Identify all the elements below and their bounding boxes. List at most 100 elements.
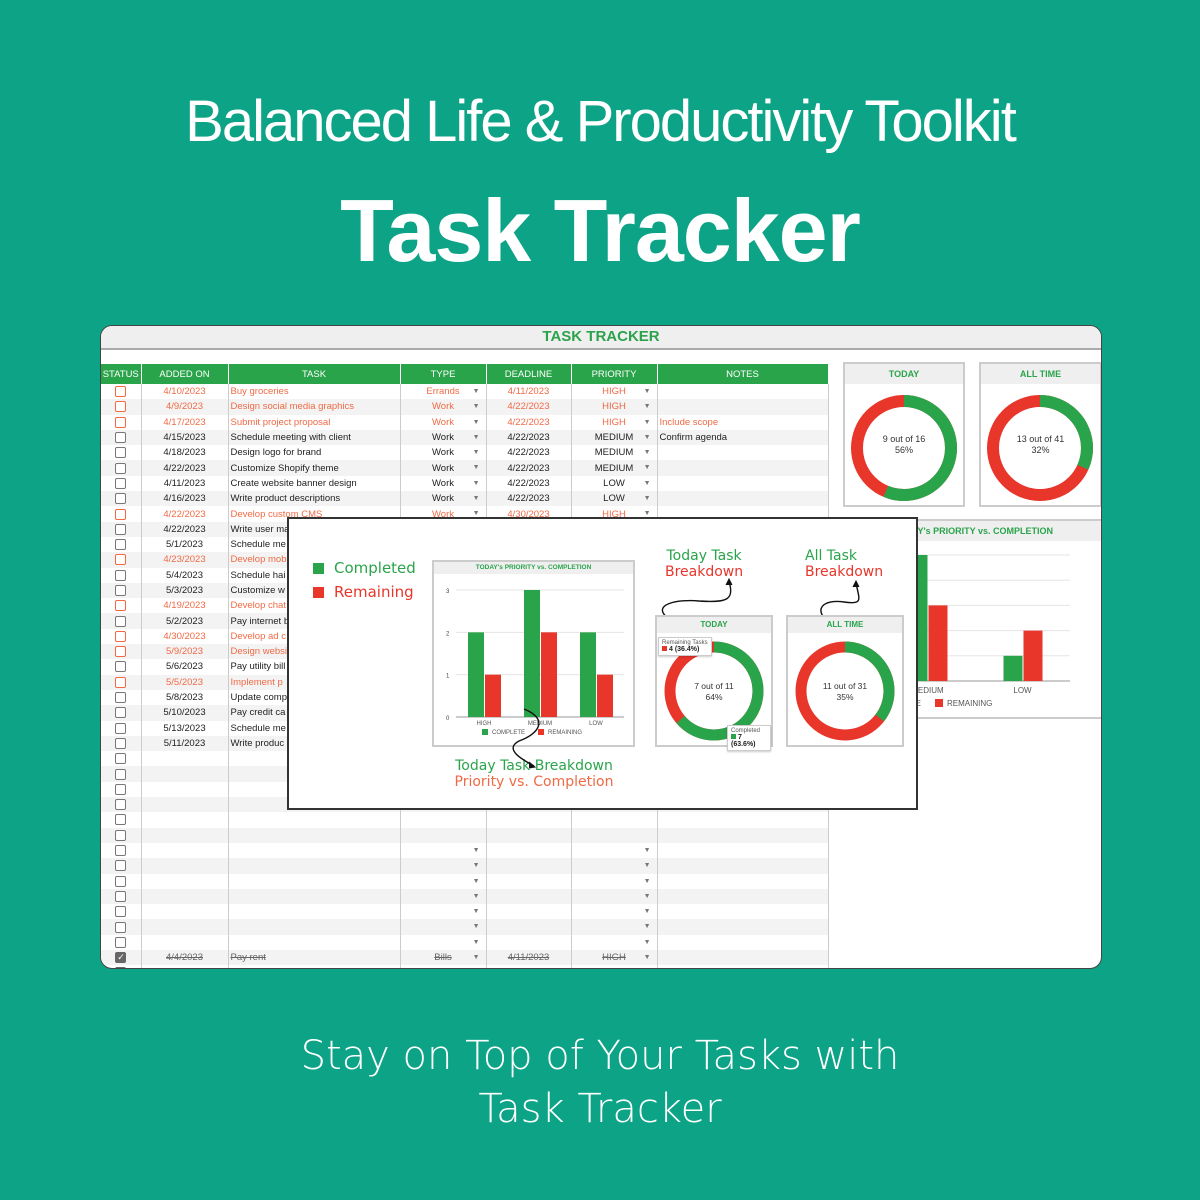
added-on-cell[interactable]: 5/11/2023 xyxy=(141,735,229,752)
added-on-cell[interactable] xyxy=(141,842,229,859)
added-on-cell[interactable]: 4/4/2023 xyxy=(141,949,229,966)
dropdown-arrow-icon[interactable]: ▼ xyxy=(644,889,651,904)
status-checkbox[interactable] xyxy=(115,707,127,719)
type-cell[interactable]: ▼ xyxy=(400,888,487,905)
priority-cell[interactable]: MEDIUM ▼ xyxy=(571,460,658,476)
task-cell[interactable]: Buy groceries xyxy=(228,384,401,400)
dropdown-arrow-icon[interactable]: ▼ xyxy=(644,415,651,430)
dropdown-arrow-icon[interactable]: ▼ xyxy=(644,384,651,399)
priority-cell[interactable]: HIGH ▼ xyxy=(571,949,658,966)
task-cell[interactable]: Submit project proposal xyxy=(228,414,401,430)
notes-cell[interactable] xyxy=(657,919,829,935)
deadline-cell[interactable]: 4/22/2023 xyxy=(486,460,572,476)
dropdown-arrow-icon[interactable]: ▼ xyxy=(473,430,480,445)
added-on-cell[interactable]: 4/15/2023 xyxy=(141,429,229,446)
priority-cell[interactable]: LOW ▼ xyxy=(571,491,658,507)
added-on-cell[interactable]: 4/19/2023 xyxy=(141,598,229,614)
dropdown-arrow-icon[interactable]: ▼ xyxy=(644,843,651,858)
priority-cell[interactable]: ▼ xyxy=(571,934,658,950)
dropdown-arrow-icon[interactable]: ▼ xyxy=(644,460,651,475)
dropdown-arrow-icon[interactable]: ▼ xyxy=(473,384,480,399)
type-cell[interactable]: Work ▼ xyxy=(400,429,487,446)
status-checkbox[interactable] xyxy=(115,401,127,413)
dropdown-arrow-icon[interactable]: ▼ xyxy=(473,904,480,919)
type-cell[interactable]: Work ▼ xyxy=(400,445,487,461)
priority-cell[interactable]: ▼ xyxy=(571,904,658,920)
task-cell[interactable] xyxy=(228,888,401,905)
deadline-cell[interactable]: 4/22/2023 xyxy=(486,475,572,492)
dropdown-arrow-icon[interactable]: ▼ xyxy=(473,445,480,460)
added-on-cell[interactable] xyxy=(141,781,229,798)
added-on-cell[interactable] xyxy=(141,766,229,782)
priority-cell[interactable] xyxy=(571,827,658,843)
deadline-cell[interactable]: 4/11/2023 xyxy=(486,949,572,966)
dropdown-arrow-icon[interactable]: ▼ xyxy=(473,843,480,858)
dropdown-arrow-icon[interactable]: ▼ xyxy=(473,491,480,506)
added-on-cell[interactable]: 5/8/2023 xyxy=(141,689,229,706)
priority-cell[interactable]: MEDIUM ▼ xyxy=(571,429,658,446)
notes-cell[interactable] xyxy=(657,888,829,905)
dropdown-arrow-icon[interactable]: ▼ xyxy=(644,445,651,460)
status-checkbox[interactable] xyxy=(115,799,127,811)
dropdown-arrow-icon[interactable]: ▼ xyxy=(473,399,480,414)
added-on-cell[interactable] xyxy=(141,858,229,874)
status-checkbox[interactable] xyxy=(115,753,127,765)
type-cell[interactable]: Bills ▼ xyxy=(400,949,487,966)
deadline-cell[interactable] xyxy=(486,904,572,920)
task-cell[interactable] xyxy=(228,842,401,859)
added-on-cell[interactable]: 5/4/2023 xyxy=(141,567,229,583)
status-checkbox[interactable] xyxy=(115,860,127,872)
task-cell[interactable] xyxy=(228,827,401,843)
notes-cell[interactable]: Register online xyxy=(657,965,829,968)
status-checkbox[interactable] xyxy=(115,569,127,581)
type-cell[interactable]: Work ▼ xyxy=(400,491,487,507)
added-on-cell[interactable]: 5/2/2023 xyxy=(141,613,229,629)
type-cell[interactable]: Errands ▼ xyxy=(400,384,487,400)
status-checkbox[interactable] xyxy=(115,554,127,566)
deadline-cell[interactable] xyxy=(486,934,572,950)
column-header[interactable]: STATUS xyxy=(101,364,142,384)
type-cell[interactable] xyxy=(400,827,487,843)
notes-cell[interactable] xyxy=(657,491,829,507)
notes-cell[interactable] xyxy=(657,934,829,950)
status-checkbox[interactable] xyxy=(115,845,127,857)
added-on-cell[interactable] xyxy=(141,888,229,905)
task-cell[interactable]: Create website banner design xyxy=(228,475,401,492)
status-checkbox[interactable] xyxy=(115,630,127,642)
priority-cell[interactable]: HIGH ▼ xyxy=(571,399,658,415)
priority-cell[interactable]: ▼ xyxy=(571,873,658,889)
added-on-cell[interactable] xyxy=(141,751,229,767)
added-on-cell[interactable]: 4/22/2023 xyxy=(141,460,229,476)
deadline-cell[interactable] xyxy=(486,827,572,843)
status-checkbox[interactable] xyxy=(115,692,127,704)
priority-cell[interactable]: HIGH ▼ xyxy=(571,384,658,400)
status-checkbox[interactable] xyxy=(115,615,127,627)
added-on-cell[interactable]: 4/11/2023 xyxy=(141,475,229,492)
dropdown-arrow-icon[interactable]: ▼ xyxy=(644,935,651,950)
type-cell[interactable]: ▼ xyxy=(400,919,487,935)
column-header[interactable]: PRIORITY xyxy=(571,364,658,384)
added-on-cell[interactable]: 5/5/2023 xyxy=(141,674,229,690)
task-cell[interactable] xyxy=(228,904,401,920)
status-checkbox[interactable] xyxy=(115,890,127,902)
priority-cell[interactable] xyxy=(571,812,658,828)
dropdown-arrow-icon[interactable]: ▼ xyxy=(473,858,480,873)
status-checkbox[interactable] xyxy=(115,477,127,489)
dropdown-arrow-icon[interactable]: ▼ xyxy=(473,935,480,950)
added-on-cell[interactable]: 5/9/2023 xyxy=(141,644,229,660)
added-on-cell[interactable] xyxy=(141,812,229,828)
status-checkbox[interactable] xyxy=(115,936,127,948)
type-cell[interactable]: ▼ xyxy=(400,858,487,874)
dropdown-arrow-icon[interactable]: ▼ xyxy=(473,874,480,889)
added-on-cell[interactable] xyxy=(141,797,229,813)
deadline-cell[interactable] xyxy=(486,919,572,935)
task-cell[interactable]: Design logo for brand xyxy=(228,445,401,461)
priority-cell[interactable]: MEDIUM ▼ xyxy=(571,445,658,461)
task-cell[interactable]: Attend industry conference xyxy=(228,965,401,968)
status-checkbox[interactable] xyxy=(115,447,127,459)
added-on-cell[interactable]: 4/17/2023 xyxy=(141,414,229,430)
task-cell[interactable] xyxy=(228,919,401,935)
notes-cell[interactable] xyxy=(657,904,829,920)
added-on-cell[interactable] xyxy=(141,934,229,950)
type-cell[interactable]: ▼ xyxy=(400,873,487,889)
